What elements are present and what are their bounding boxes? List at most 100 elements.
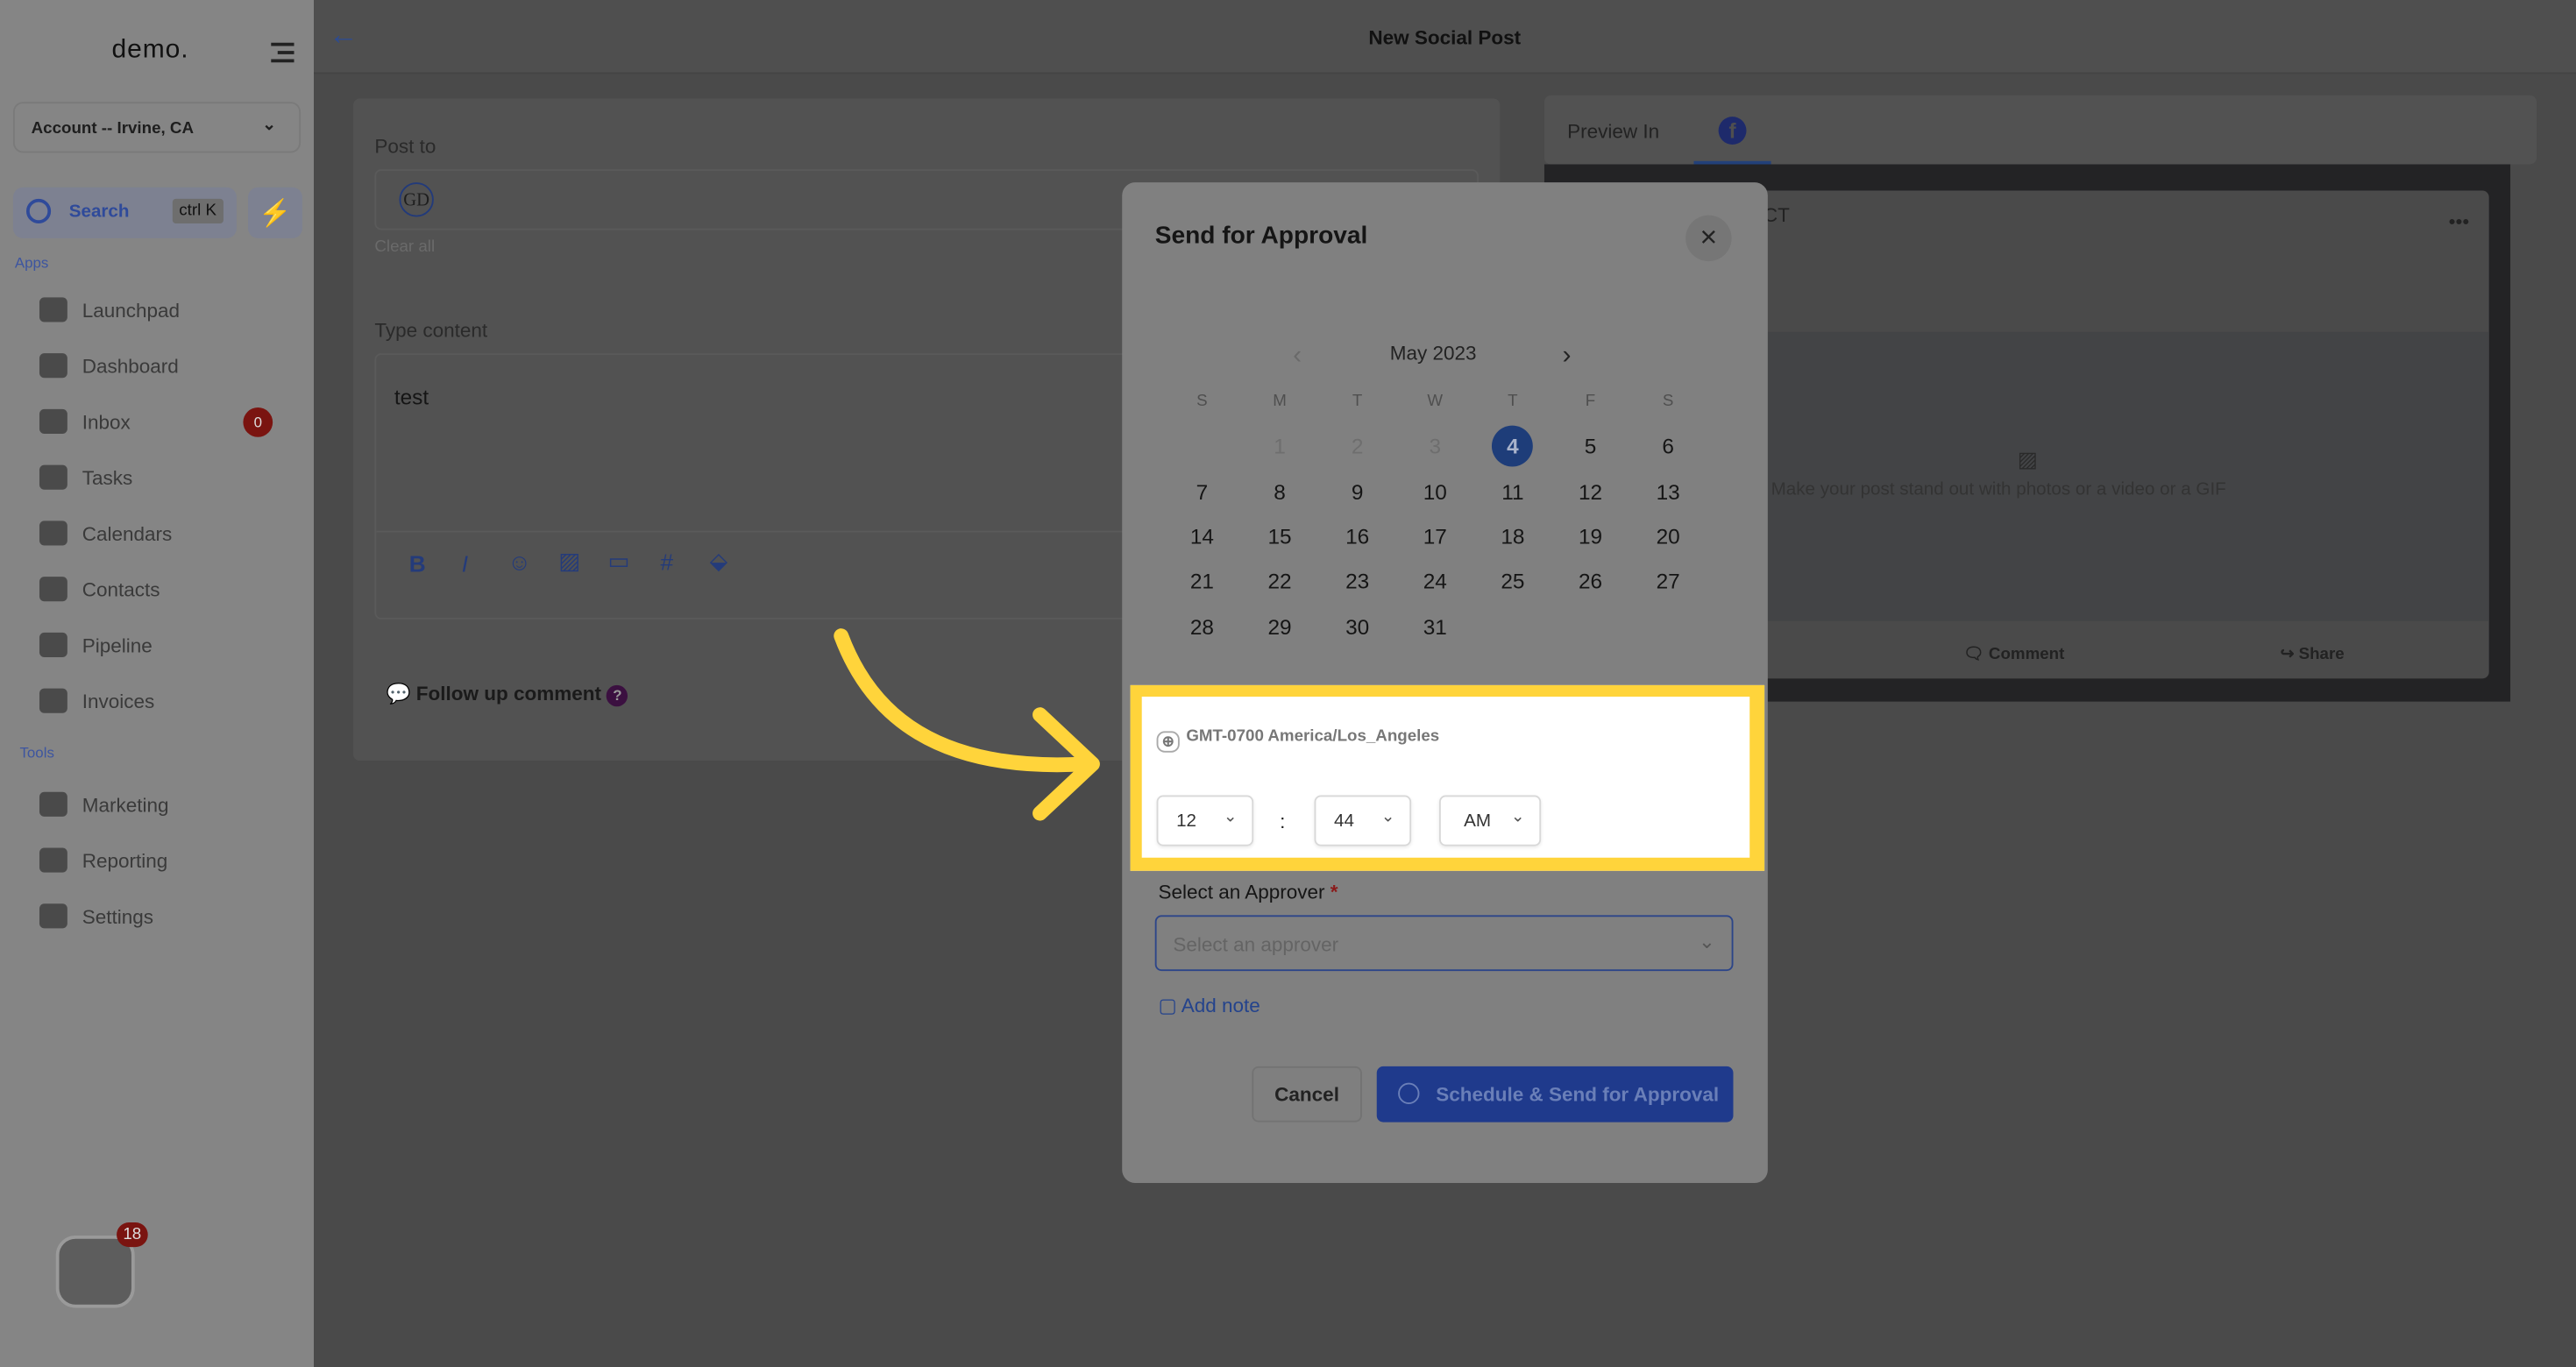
day-number: 5 xyxy=(1584,434,1597,459)
sidebar-item-contacts[interactable]: Contacts xyxy=(39,573,302,606)
share-button[interactable]: ↪ Share xyxy=(2281,646,2345,664)
sidebar-item-reporting[interactable]: Reporting xyxy=(39,845,302,878)
image-icon[interactable]: ▨ xyxy=(558,547,580,575)
calendar-day[interactable]: 24 xyxy=(1396,569,1474,593)
day-number: 19 xyxy=(1578,524,1603,549)
sidebar-item-label: Marketing xyxy=(82,793,169,817)
day-number: 24 xyxy=(1423,569,1447,594)
chevron-down-icon: ⌄ xyxy=(262,117,276,135)
facebook-tab-icon[interactable]: f xyxy=(1718,117,1747,145)
calendar-day[interactable]: 29 xyxy=(1241,614,1319,639)
yellow-arrow-annotation xyxy=(834,628,1100,821)
help-icon[interactable]: ? xyxy=(607,684,628,707)
chevron-down-icon: ⌄ xyxy=(1223,808,1238,827)
sidebar-item-marketing[interactable]: Marketing xyxy=(39,789,302,822)
emoji-icon[interactable]: ☺ xyxy=(507,549,531,575)
calendar-day[interactable]: 7 xyxy=(1163,479,1241,504)
hashtag-icon[interactable]: # xyxy=(661,549,674,575)
sidebar-item-invoices[interactable]: Invoices xyxy=(39,685,302,719)
weekday-label: W xyxy=(1427,393,1444,412)
clear-all-link[interactable]: Clear all xyxy=(374,238,435,257)
tag-icon[interactable]: ⬙ xyxy=(710,547,727,575)
calendar-day[interactable]: 21 xyxy=(1163,569,1241,593)
day-number: 18 xyxy=(1501,524,1525,549)
approver-select[interactable]: Select an approver ⌄ xyxy=(1154,915,1734,972)
calendar-day[interactable]: 11 xyxy=(1474,479,1552,504)
day-number: 1 xyxy=(1274,434,1286,459)
quick-actions-bolt-icon[interactable]: ⚡ xyxy=(248,187,302,238)
calendar-day[interactable]: 9 xyxy=(1318,479,1396,504)
calendar-day[interactable]: 28 xyxy=(1163,614,1241,639)
calendar-day[interactable]: 13 xyxy=(1629,479,1707,504)
more-options-icon[interactable]: ••• xyxy=(2449,210,2470,233)
next-month-chevron-icon[interactable]: › xyxy=(1563,342,1572,372)
hour-select[interactable]: 12 ⌄ xyxy=(1156,795,1254,846)
sidebar-item-calendars[interactable]: Calendars xyxy=(39,518,302,551)
account-avatar[interactable]: GD xyxy=(399,182,434,217)
add-note-link[interactable]: ▢ Add note xyxy=(1158,994,1260,1016)
schedule-send-approval-button[interactable]: Schedule & Send for Approval xyxy=(1376,1066,1734,1123)
calendar-day[interactable]: 23 xyxy=(1318,569,1396,593)
comment-button[interactable]: 🗨 Comment xyxy=(1963,646,2064,664)
calendar-day[interactable]: 31 xyxy=(1396,614,1474,639)
sidebar-item-label: Pipeline xyxy=(82,634,153,657)
day-number: 6 xyxy=(1662,434,1674,459)
account-switcher[interactable]: Account -- Irvine, CA ⌄ xyxy=(12,102,302,153)
calendar-icon xyxy=(39,521,67,546)
chat-widget-button[interactable]: 18 xyxy=(55,1222,148,1308)
day-number: 13 xyxy=(1656,479,1680,505)
calendar-day[interactable]: 27 xyxy=(1629,569,1707,593)
minute-value: 44 xyxy=(1334,811,1354,832)
sidebar-item-launchpad[interactable]: Launchpad xyxy=(39,294,302,328)
minute-select[interactable]: 44 ⌄ xyxy=(1314,795,1412,846)
calendar-day[interactable]: 22 xyxy=(1241,569,1319,593)
calendar-day[interactable]: 25 xyxy=(1474,569,1552,593)
close-icon[interactable]: × xyxy=(1685,215,1732,262)
video-icon[interactable]: ▭ xyxy=(608,547,630,575)
calendar-week: 28 29 30 31 xyxy=(1163,604,1707,648)
calendar-day[interactable]: 5 xyxy=(1551,435,1629,459)
day-number: 8 xyxy=(1274,479,1286,505)
post-to-label: Post to xyxy=(374,134,436,158)
search-shortcut: ctrl K xyxy=(172,198,224,223)
clipboard-icon: ▢ xyxy=(1158,994,1177,1017)
sidebar-item-pipeline[interactable]: Pipeline xyxy=(39,629,302,662)
sidebar-item-inbox[interactable]: Inbox 0 xyxy=(39,406,302,439)
sidebar-item-tasks[interactable]: Tasks xyxy=(39,462,302,495)
sidebar-item-dashboard[interactable]: Dashboard xyxy=(39,350,302,383)
calendar-day[interactable]: 12 xyxy=(1551,479,1629,504)
day-number: 28 xyxy=(1189,613,1214,639)
italic-icon[interactable]: I xyxy=(462,550,468,577)
calendar-day[interactable]: 20 xyxy=(1629,524,1707,549)
calendar-day[interactable]: 15 xyxy=(1241,524,1319,549)
sidebar-item-settings[interactable]: Settings xyxy=(39,901,302,934)
sidebar-item-label: Reporting xyxy=(82,849,168,873)
bold-icon[interactable]: B xyxy=(409,550,426,577)
ampm-select[interactable]: AM ⌄ xyxy=(1438,795,1542,846)
calendar-day[interactable]: 14 xyxy=(1163,524,1241,549)
calendar-day[interactable]: 16 xyxy=(1318,524,1396,549)
calendar-day[interactable]: 18 xyxy=(1474,524,1552,549)
calendar-day[interactable]: 8 xyxy=(1241,479,1319,504)
calendar-day[interactable]: 26 xyxy=(1551,569,1629,593)
calendar-day[interactable]: 10 xyxy=(1396,479,1474,504)
follow-up-comment-toggle[interactable]: 💬 Follow up comment ? xyxy=(386,682,628,707)
calendar-month: May 2023 xyxy=(1389,342,1477,365)
back-arrow-icon[interactable]: ← xyxy=(329,18,358,53)
selected-day[interactable]: 4 xyxy=(1474,426,1552,468)
calendar-day[interactable]: 6 xyxy=(1629,435,1707,459)
sidebar-item-label: Invoices xyxy=(82,690,155,713)
prev-month-chevron-icon[interactable]: ‹ xyxy=(1293,342,1302,372)
chat-badge: 18 xyxy=(116,1222,148,1248)
search-button[interactable]: Search ctrl K xyxy=(12,187,237,238)
media-hint: Make your post stand out with photos or … xyxy=(1771,479,2226,500)
sidebar-item-label: Launchpad xyxy=(82,299,181,322)
day-number: 22 xyxy=(1267,569,1292,594)
calendar-day[interactable]: 19 xyxy=(1551,524,1629,549)
calendar-day[interactable]: 17 xyxy=(1396,524,1474,549)
calendar-day[interactable]: 30 xyxy=(1318,614,1396,639)
cancel-button[interactable]: Cancel xyxy=(1252,1066,1362,1123)
calendar-week: 1 2 3 4 5 6 xyxy=(1163,424,1707,469)
menu-toggle-icon[interactable] xyxy=(271,38,295,67)
chevron-down-icon: ⌄ xyxy=(1699,930,1715,953)
